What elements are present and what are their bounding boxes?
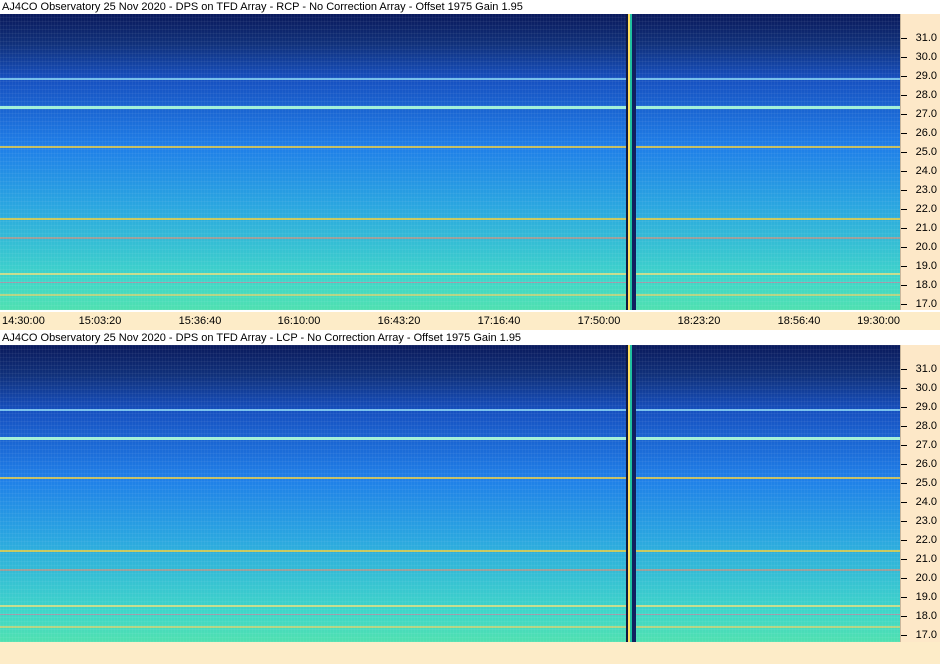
- frequency-label: 29.0: [915, 70, 937, 82]
- time-label: 18:23:20: [677, 315, 721, 327]
- frequency-tick: [901, 407, 907, 408]
- time-label: 17:50:00: [577, 315, 621, 327]
- frequency-label: 31.0: [915, 363, 937, 375]
- frequency-label: 18.0: [915, 279, 937, 291]
- bottom-status-strip: [0, 642, 940, 664]
- frequency-label: 24.0: [915, 496, 937, 508]
- data-gap-bar: [626, 14, 636, 310]
- frequency-tick: [901, 388, 907, 389]
- frequency-label: 30.0: [915, 382, 937, 394]
- time-label: 16:43:20: [377, 315, 421, 327]
- frequency-tick: [901, 304, 907, 305]
- frequency-label: 27.0: [915, 108, 937, 120]
- time-label: 18:56:40: [777, 315, 821, 327]
- frequency-tick: [901, 285, 907, 286]
- time-label: 14:30:00: [2, 315, 45, 327]
- frequency-tick: [901, 502, 907, 503]
- frequency-label: 19.0: [915, 591, 937, 603]
- frequency-tick: [901, 209, 907, 210]
- rcp-frequency-axis: 31.0 30.0 29.0 28.0 27.0 26.0 25.0 24.0 23.0 22.0…: [900, 14, 940, 310]
- noise-texture: [0, 345, 900, 642]
- frequency-label: 24.0: [915, 165, 937, 177]
- frequency-label: 21.0: [915, 222, 937, 234]
- frequency-label: 21.0: [915, 553, 937, 565]
- frequency-tick: [901, 38, 907, 39]
- frequency-label: 18.0: [915, 610, 937, 622]
- frequency-tick: [901, 228, 907, 229]
- frequency-label: 31.0: [915, 32, 937, 44]
- frequency-label: 22.0: [915, 203, 937, 215]
- lcp-spectrogram: [0, 345, 900, 642]
- frequency-tick: [901, 266, 907, 267]
- data-gap-bar: [626, 345, 636, 642]
- lcp-panel: AJ4CO Observatory 25 Nov 2020 - DPS on T…: [0, 331, 940, 664]
- rcp-panel-title: AJ4CO Observatory 25 Nov 2020 - DPS on T…: [0, 0, 940, 14]
- lcp-panel-title: AJ4CO Observatory 25 Nov 2020 - DPS on T…: [0, 331, 940, 345]
- frequency-label: 28.0: [915, 89, 937, 101]
- frequency-tick: [901, 152, 907, 153]
- rcp-panel: AJ4CO Observatory 25 Nov 2020 - DPS on T…: [0, 0, 940, 330]
- frequency-label: 23.0: [915, 184, 937, 196]
- frequency-label: 29.0: [915, 401, 937, 413]
- frequency-label: 20.0: [915, 572, 937, 584]
- frequency-label: 20.0: [915, 241, 937, 253]
- frequency-tick: [901, 635, 907, 636]
- frequency-tick: [901, 540, 907, 541]
- frequency-tick: [901, 57, 907, 58]
- frequency-tick: [901, 426, 907, 427]
- frequency-label: 26.0: [915, 127, 937, 139]
- frequency-label: 25.0: [915, 146, 937, 158]
- frequency-tick: [901, 464, 907, 465]
- frequency-label: 27.0: [915, 439, 937, 451]
- frequency-label: 19.0: [915, 260, 937, 272]
- frequency-label: 17.0: [915, 298, 937, 310]
- frequency-label: 25.0: [915, 477, 937, 489]
- time-label: 17:16:40: [477, 315, 521, 327]
- frequency-tick: [901, 483, 907, 484]
- lcp-frequency-axis: 31.0 30.0 29.0 28.0 27.0 26.0 25.0 24.0 23.0 22.0…: [900, 345, 940, 642]
- noise-texture: [0, 14, 900, 310]
- time-label: 15:03:20: [78, 315, 122, 327]
- frequency-tick: [901, 190, 907, 191]
- frequency-tick: [901, 369, 907, 370]
- rcp-time-axis: 14:30:00 15:03:20 15:36:40 16:10:00 16:43:20…: [0, 312, 940, 330]
- frequency-tick: [901, 616, 907, 617]
- rcp-spectrogram: [0, 14, 900, 310]
- frequency-tick: [901, 95, 907, 96]
- frequency-tick: [901, 247, 907, 248]
- frequency-label: 30.0: [915, 51, 937, 63]
- frequency-tick: [901, 114, 907, 115]
- time-label: 15:36:40: [178, 315, 222, 327]
- frequency-label: 23.0: [915, 515, 937, 527]
- frequency-tick: [901, 578, 907, 579]
- frequency-tick: [901, 445, 907, 446]
- frequency-label: 26.0: [915, 458, 937, 470]
- frequency-tick: [901, 76, 907, 77]
- time-label: 16:10:00: [277, 315, 321, 327]
- frequency-tick: [901, 133, 907, 134]
- frequency-tick: [901, 597, 907, 598]
- frequency-tick: [901, 559, 907, 560]
- frequency-tick: [901, 171, 907, 172]
- frequency-label: 22.0: [915, 534, 937, 546]
- frequency-tick: [901, 521, 907, 522]
- time-label: 19:30:00: [857, 315, 900, 327]
- frequency-label: 17.0: [915, 629, 937, 641]
- frequency-label: 28.0: [915, 420, 937, 432]
